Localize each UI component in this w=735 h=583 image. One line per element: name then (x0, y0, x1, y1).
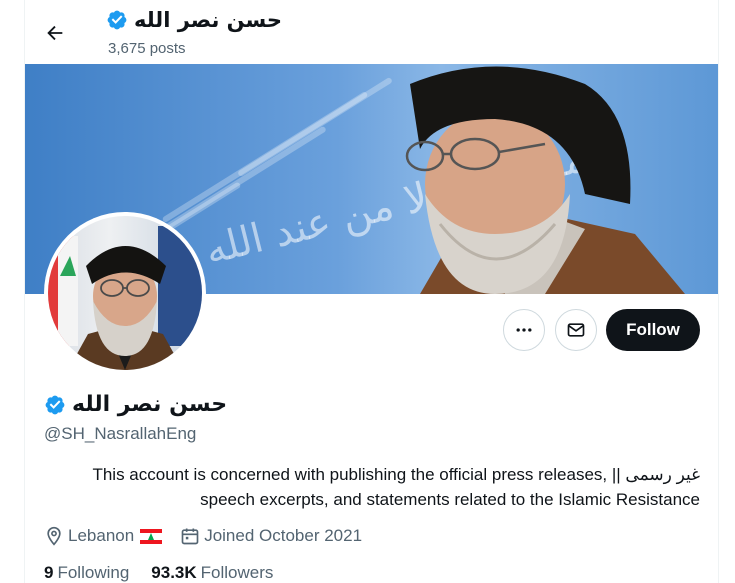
follow-stats: 9 Following 93.3K Followers (44, 563, 295, 583)
verified-badge-icon (107, 10, 127, 30)
bio-line-1: This account is concerned with publishin… (92, 465, 700, 484)
back-arrow-icon (47, 25, 63, 41)
following-link[interactable]: 9 Following (44, 563, 129, 583)
message-button[interactable] (555, 309, 597, 351)
followers-count: 93.3K (151, 563, 197, 582)
avatar[interactable] (44, 212, 206, 374)
avatar-image (48, 216, 202, 370)
back-button[interactable] (40, 18, 70, 48)
profile-meta: Lebanon Joined October 2021 (44, 526, 380, 546)
location-text: Lebanon (68, 526, 135, 545)
lebanon-flag-icon (140, 528, 163, 544)
envelope-icon (567, 323, 585, 337)
followers-label: Followers (200, 563, 274, 582)
bio-line-2: speech excerpts, and statements related … (200, 490, 700, 509)
location-pin-icon (47, 526, 61, 546)
header-name-text: حسن نصر الله (134, 8, 283, 32)
following-label: Following (57, 563, 130, 582)
profile-display-name: حسن نصر الله (44, 392, 227, 417)
display-name-text: حسن نصر الله (72, 392, 228, 417)
join-date-text: Joined October 2021 (204, 526, 363, 545)
post-count: 3,675 posts (108, 40, 186, 57)
calendar-icon (181, 528, 199, 545)
followers-link[interactable]: 93.3K Followers (151, 563, 273, 583)
join-date: Joined October 2021 (180, 526, 362, 546)
more-button[interactable] (503, 309, 545, 351)
more-icon (516, 328, 532, 332)
following-count: 9 (44, 563, 54, 582)
profile-header: حسن نصر الله 3,675 posts (0, 0, 735, 64)
location: Lebanon (44, 526, 163, 546)
profile-bio: This account is concerned with publishin… (44, 462, 700, 512)
verified-badge-icon[interactable] (44, 394, 66, 416)
profile-handle: @SH_NasrallahEng (44, 424, 197, 443)
follow-button[interactable]: Follow (606, 309, 700, 351)
header-title: حسن نصر الله (106, 8, 282, 32)
